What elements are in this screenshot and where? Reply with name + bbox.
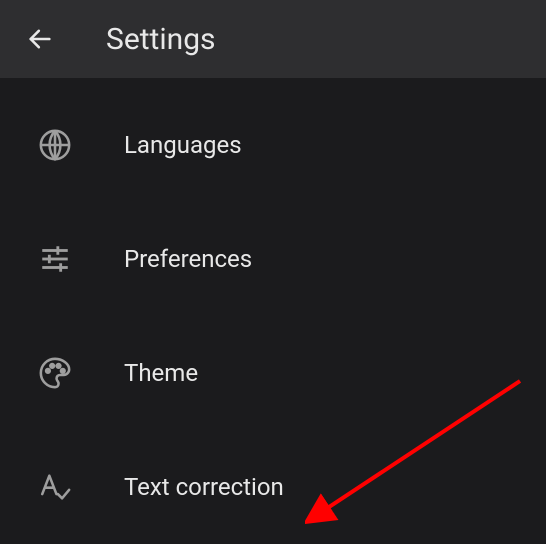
settings-item-theme[interactable]: Theme (0, 316, 546, 430)
settings-item-label: Theme (124, 359, 198, 387)
palette-icon (36, 354, 74, 392)
globe-icon (36, 126, 74, 164)
settings-item-label: Text correction (124, 473, 284, 501)
back-button[interactable] (20, 19, 60, 59)
settings-list: Languages Preferences Theme (0, 78, 546, 544)
settings-item-label: Languages (124, 131, 242, 159)
settings-item-text-correction[interactable]: Text correction (0, 430, 546, 544)
settings-item-label: Preferences (124, 245, 252, 273)
settings-item-preferences[interactable]: Preferences (0, 202, 546, 316)
back-arrow-icon (26, 25, 54, 53)
page-title: Settings (106, 22, 216, 57)
settings-item-languages[interactable]: Languages (0, 88, 546, 202)
app-header: Settings (0, 0, 546, 78)
sliders-icon (36, 240, 74, 278)
text-correction-icon (36, 468, 74, 506)
